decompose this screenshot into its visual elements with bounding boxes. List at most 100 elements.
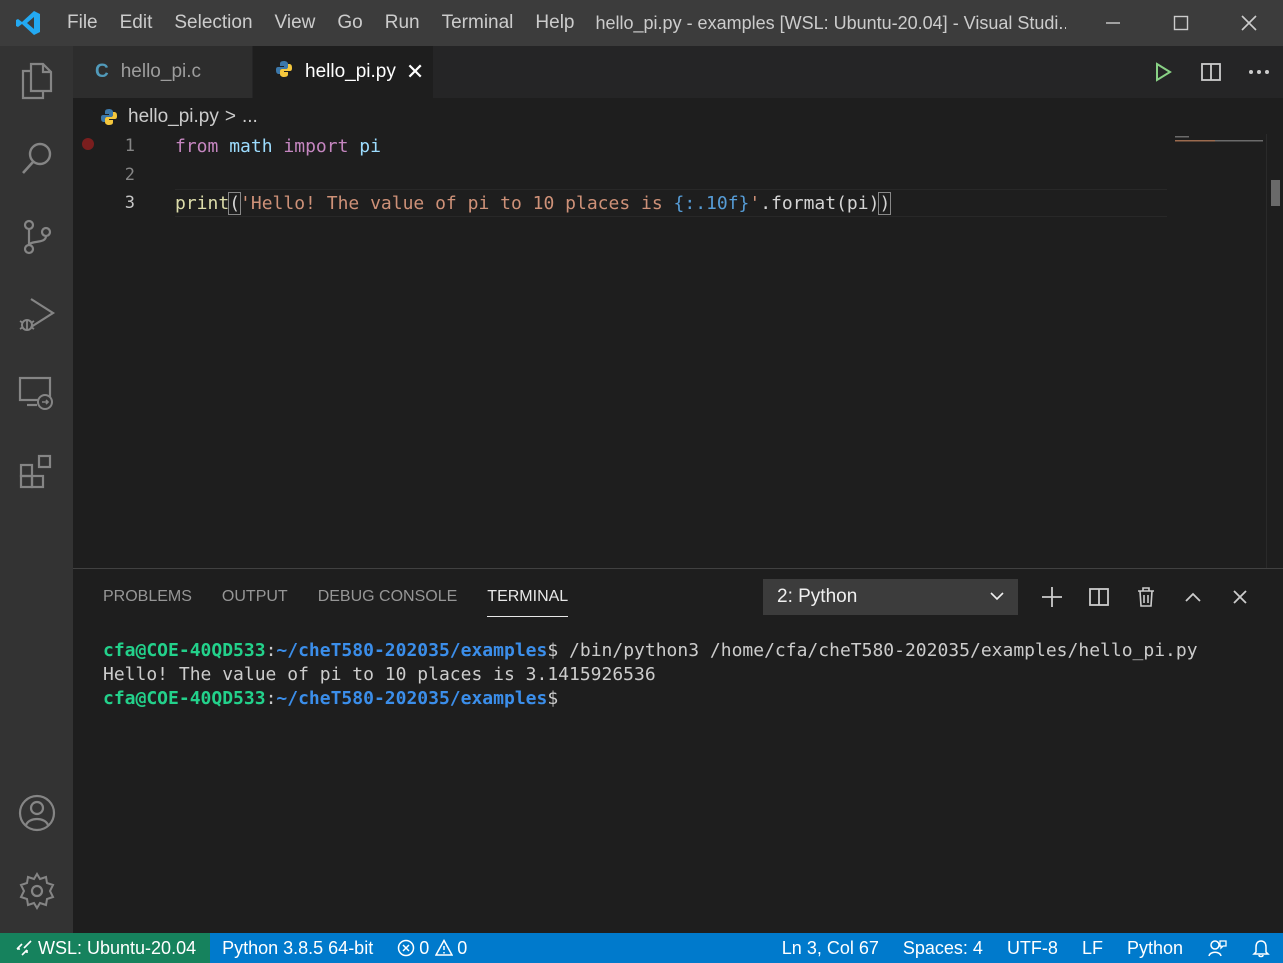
tab-label: hello_pi.c [120,61,202,82]
title-bar: File Edit Selection View Go Run Terminal… [0,0,1283,46]
terminal-select[interactable]: 2: Python [763,579,1018,615]
menu-run[interactable]: Run [374,0,431,46]
close-tab-icon[interactable]: ✕ [406,59,424,85]
tab-problems[interactable]: PROBLEMS [103,569,192,625]
keyword: import [283,135,349,157]
tab-terminal[interactable]: TERMINAL [487,569,568,625]
python-icon [275,60,293,84]
split-editor-icon[interactable] [1187,46,1235,98]
panel-tabs: PROBLEMS OUTPUT DEBUG CONSOLE TERMINAL [103,569,598,625]
method-call: .format(pi) [760,192,880,214]
split-terminal-icon[interactable] [1075,579,1122,615]
end-of-line[interactable]: LF [1070,933,1115,963]
tab-hello-pi-c[interactable]: C hello_pi.c [73,46,253,98]
tab-label: hello_pi.py [305,61,396,82]
problems-indicator[interactable]: 0 0 [385,933,479,963]
tab-debug-console[interactable]: DEBUG CONSOLE [318,569,458,625]
source-control-icon[interactable] [0,202,73,272]
terminal-line: cfa@COE-40QD533:~/cheT580-202035/example… [103,639,1198,663]
tab-hello-pi-py[interactable]: hello_pi.py ✕ [253,46,433,98]
terminal-colon: : [265,640,277,661]
format-spec: {:.10f} [673,192,750,214]
menu-go[interactable]: Go [326,0,373,46]
terminal-user: cfa@COE-40QD533 [103,688,266,709]
window-title: hello_pi.py - examples [WSL: Ubuntu-20.0… [595,12,1066,33]
encoding[interactable]: UTF-8 [995,933,1070,963]
terminal-path: ~/cheT580-202035/examples [276,640,548,661]
feedback-icon[interactable] [1195,933,1239,963]
menu-help[interactable]: Help [524,0,585,46]
breakpoint-icon[interactable] [82,138,94,150]
bracket: ( [228,191,242,215]
status-bar-right: Ln 3, Col 67 Spaces: 4 UTF-8 LF Python [770,933,1283,963]
settings-gear-icon[interactable] [0,856,73,926]
maximize-icon[interactable] [1147,0,1215,46]
error-icon [397,939,415,957]
run-debug-icon[interactable] [0,280,73,350]
code-text: from math import pi [175,136,381,157]
explorer-icon[interactable] [0,46,73,116]
menu-terminal[interactable]: Terminal [431,0,525,46]
editor-tab-bar: C hello_pi.c hello_pi.py ✕ [73,46,1283,98]
breadcrumb: hello_pi.py > ... [100,100,258,134]
breadcrumb-symbols[interactable]: ... [242,106,258,128]
remote-explorer-icon[interactable] [0,358,73,428]
breadcrumb-file[interactable]: hello_pi.py [128,106,219,128]
new-terminal-icon[interactable] [1028,579,1075,615]
terminal-path: ~/cheT580-202035/examples [276,688,548,709]
line-number: 3 [124,193,135,213]
breadcrumb-separator: > [224,106,236,127]
vscode-logo-icon [0,0,56,46]
code-editor[interactable]: 1 from math import pi 2 3 print('Hello! … [73,134,1283,568]
run-python-icon[interactable] [1139,46,1187,98]
code-line: 2 [73,161,1173,189]
remote-indicator[interactable]: WSL: Ubuntu-20.04 [0,933,211,963]
menu-edit[interactable]: Edit [109,0,164,46]
remote-icon [16,940,32,956]
search-icon[interactable] [0,124,73,194]
terminal-select-value: 2: Python [777,586,858,607]
scrollbar-thumb[interactable] [1271,180,1280,206]
extensions-icon[interactable] [0,436,73,506]
string-literal: ' [749,192,761,214]
identifier: math [229,135,273,157]
terminal-user: cfa@COE-40QD533 [103,640,266,661]
notifications-bell-icon[interactable] [1239,933,1283,963]
tab-output[interactable]: OUTPUT [222,569,288,625]
bottom-panel: PROBLEMS OUTPUT DEBUG CONSOLE TERMINAL 2… [73,568,1283,933]
more-actions-icon[interactable] [1235,46,1283,98]
warning-count: 0 [457,937,468,958]
menu-selection[interactable]: Selection [163,0,263,46]
minimap[interactable] [1175,131,1265,142]
language-mode[interactable]: Python [1115,933,1195,963]
identifier: pi [359,135,381,157]
code-line: 1 from math import pi [73,132,1173,160]
code-line: 3 print('Hello! The value of pi to 10 pl… [73,189,1173,217]
function-name: print [175,192,230,214]
terminal-colon: : [265,688,277,709]
cursor-position[interactable]: Ln 3, Col 67 [770,933,891,963]
close-icon[interactable] [1215,0,1283,46]
warning-icon [435,939,454,957]
kill-terminal-icon[interactable] [1122,579,1169,615]
keyword: from [175,135,219,157]
python-interpreter[interactable]: Python 3.8.5 64-bit [210,933,385,963]
line-number: 2 [124,165,135,185]
bracket: ) [878,191,892,215]
terminal-line: cfa@COE-40QD533:~/cheT580-202035/example… [103,687,1198,711]
code-text: print('Hello! The value of pi to 10 plac… [175,191,892,215]
activity-bar [0,46,73,933]
remote-label: WSL: Ubuntu-20.04 [38,937,197,958]
terminal-prompt: $ [547,688,559,709]
python-icon [100,108,118,126]
editor-scrollbar[interactable] [1266,134,1283,568]
close-panel-icon[interactable] [1216,579,1263,615]
menu-file[interactable]: File [56,0,109,46]
string-literal: 'Hello! The value of pi to 10 places is [240,192,674,214]
accounts-icon[interactable] [0,778,73,848]
maximize-panel-icon[interactable] [1169,579,1216,615]
minimize-icon[interactable] [1079,0,1147,46]
terminal-output[interactable]: cfa@COE-40QD533:~/cheT580-202035/example… [103,639,1198,711]
indentation[interactable]: Spaces: 4 [891,933,995,963]
menu-view[interactable]: View [264,0,327,46]
